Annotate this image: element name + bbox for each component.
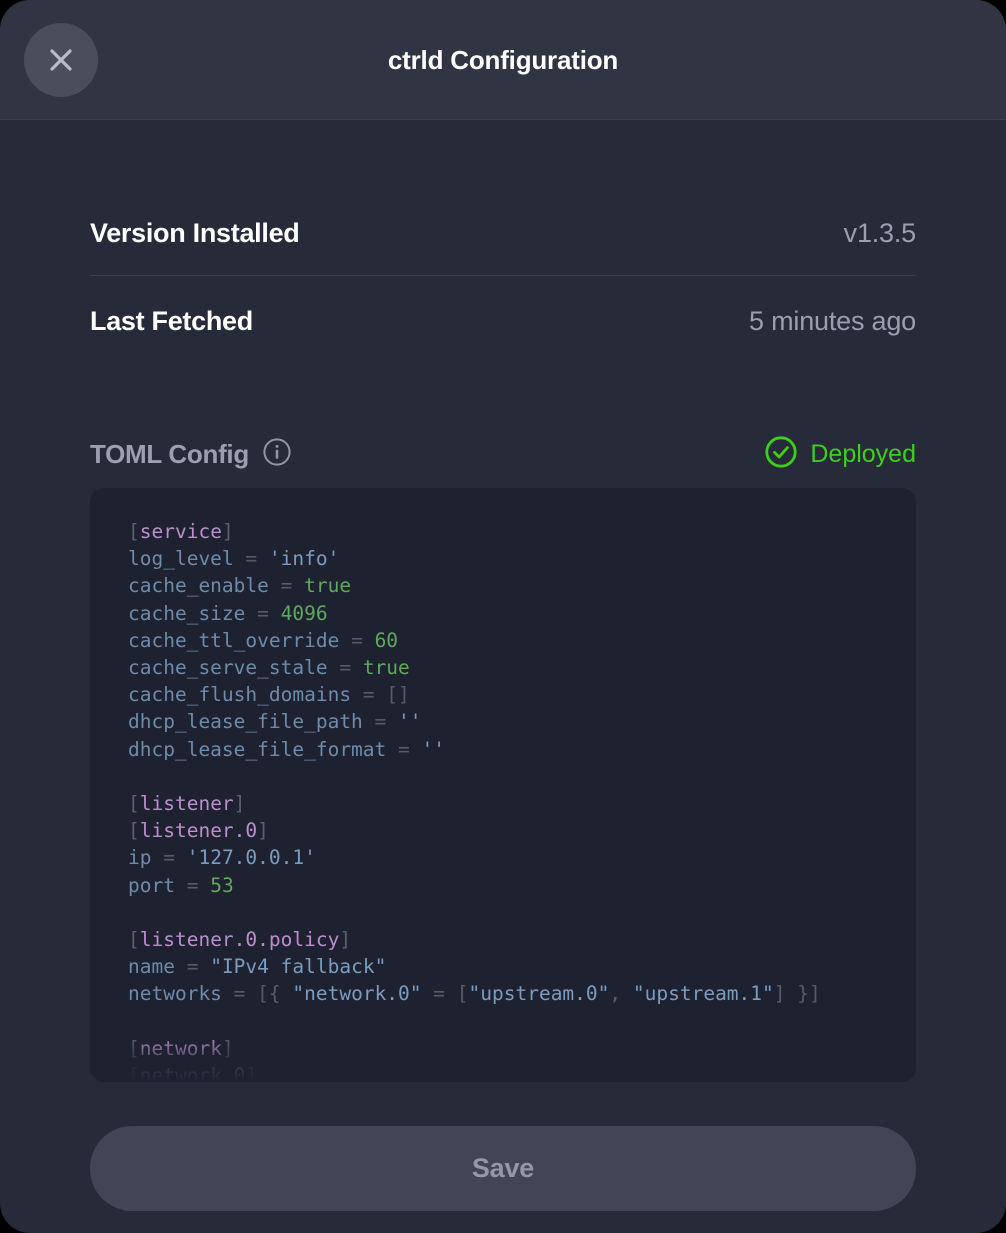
detail-label: Last Fetched bbox=[90, 306, 253, 337]
toml-config-scroll[interactable]: [service] log_level = 'info' cache_enabl… bbox=[90, 488, 916, 1082]
detail-value: v1.3.5 bbox=[844, 218, 916, 249]
detail-row-version-installed: Version Installed v1.3.5 bbox=[90, 204, 916, 276]
info-circle-icon[interactable] bbox=[262, 437, 292, 472]
toml-config-title: TOML Config bbox=[90, 439, 249, 470]
status-badge: Deployed bbox=[764, 435, 916, 474]
toml-config-code[interactable]: [service] log_level = 'info' cache_enabl… bbox=[128, 518, 916, 1082]
detail-row-last-fetched: Last Fetched 5 minutes ago bbox=[90, 276, 916, 357]
save-button-label: Save bbox=[472, 1153, 534, 1184]
toml-config-header: TOML Config Deployed bbox=[90, 435, 916, 474]
dialog-titlebar: ctrld Configuration bbox=[0, 0, 1006, 120]
toml-config-editor[interactable]: [service] log_level = 'info' cache_enabl… bbox=[90, 488, 916, 1082]
detail-value: 5 minutes ago bbox=[749, 306, 916, 337]
details-list: Version Installed v1.3.5 Last Fetched 5 … bbox=[90, 204, 916, 357]
detail-label: Version Installed bbox=[90, 218, 299, 249]
toml-config-header-left: TOML Config bbox=[90, 437, 292, 472]
close-button[interactable] bbox=[24, 23, 98, 97]
check-circle-icon bbox=[764, 435, 798, 474]
dialog-content: Version Installed v1.3.5 Last Fetched 5 … bbox=[0, 204, 1006, 1211]
status-badge-label: Deployed bbox=[810, 440, 916, 469]
save-button[interactable]: Save bbox=[90, 1126, 916, 1211]
page-title: ctrld Configuration bbox=[0, 0, 1006, 120]
close-icon bbox=[43, 42, 79, 78]
ctrld-configuration-dialog: ctrld Configuration Version Installed v1… bbox=[0, 0, 1006, 1233]
